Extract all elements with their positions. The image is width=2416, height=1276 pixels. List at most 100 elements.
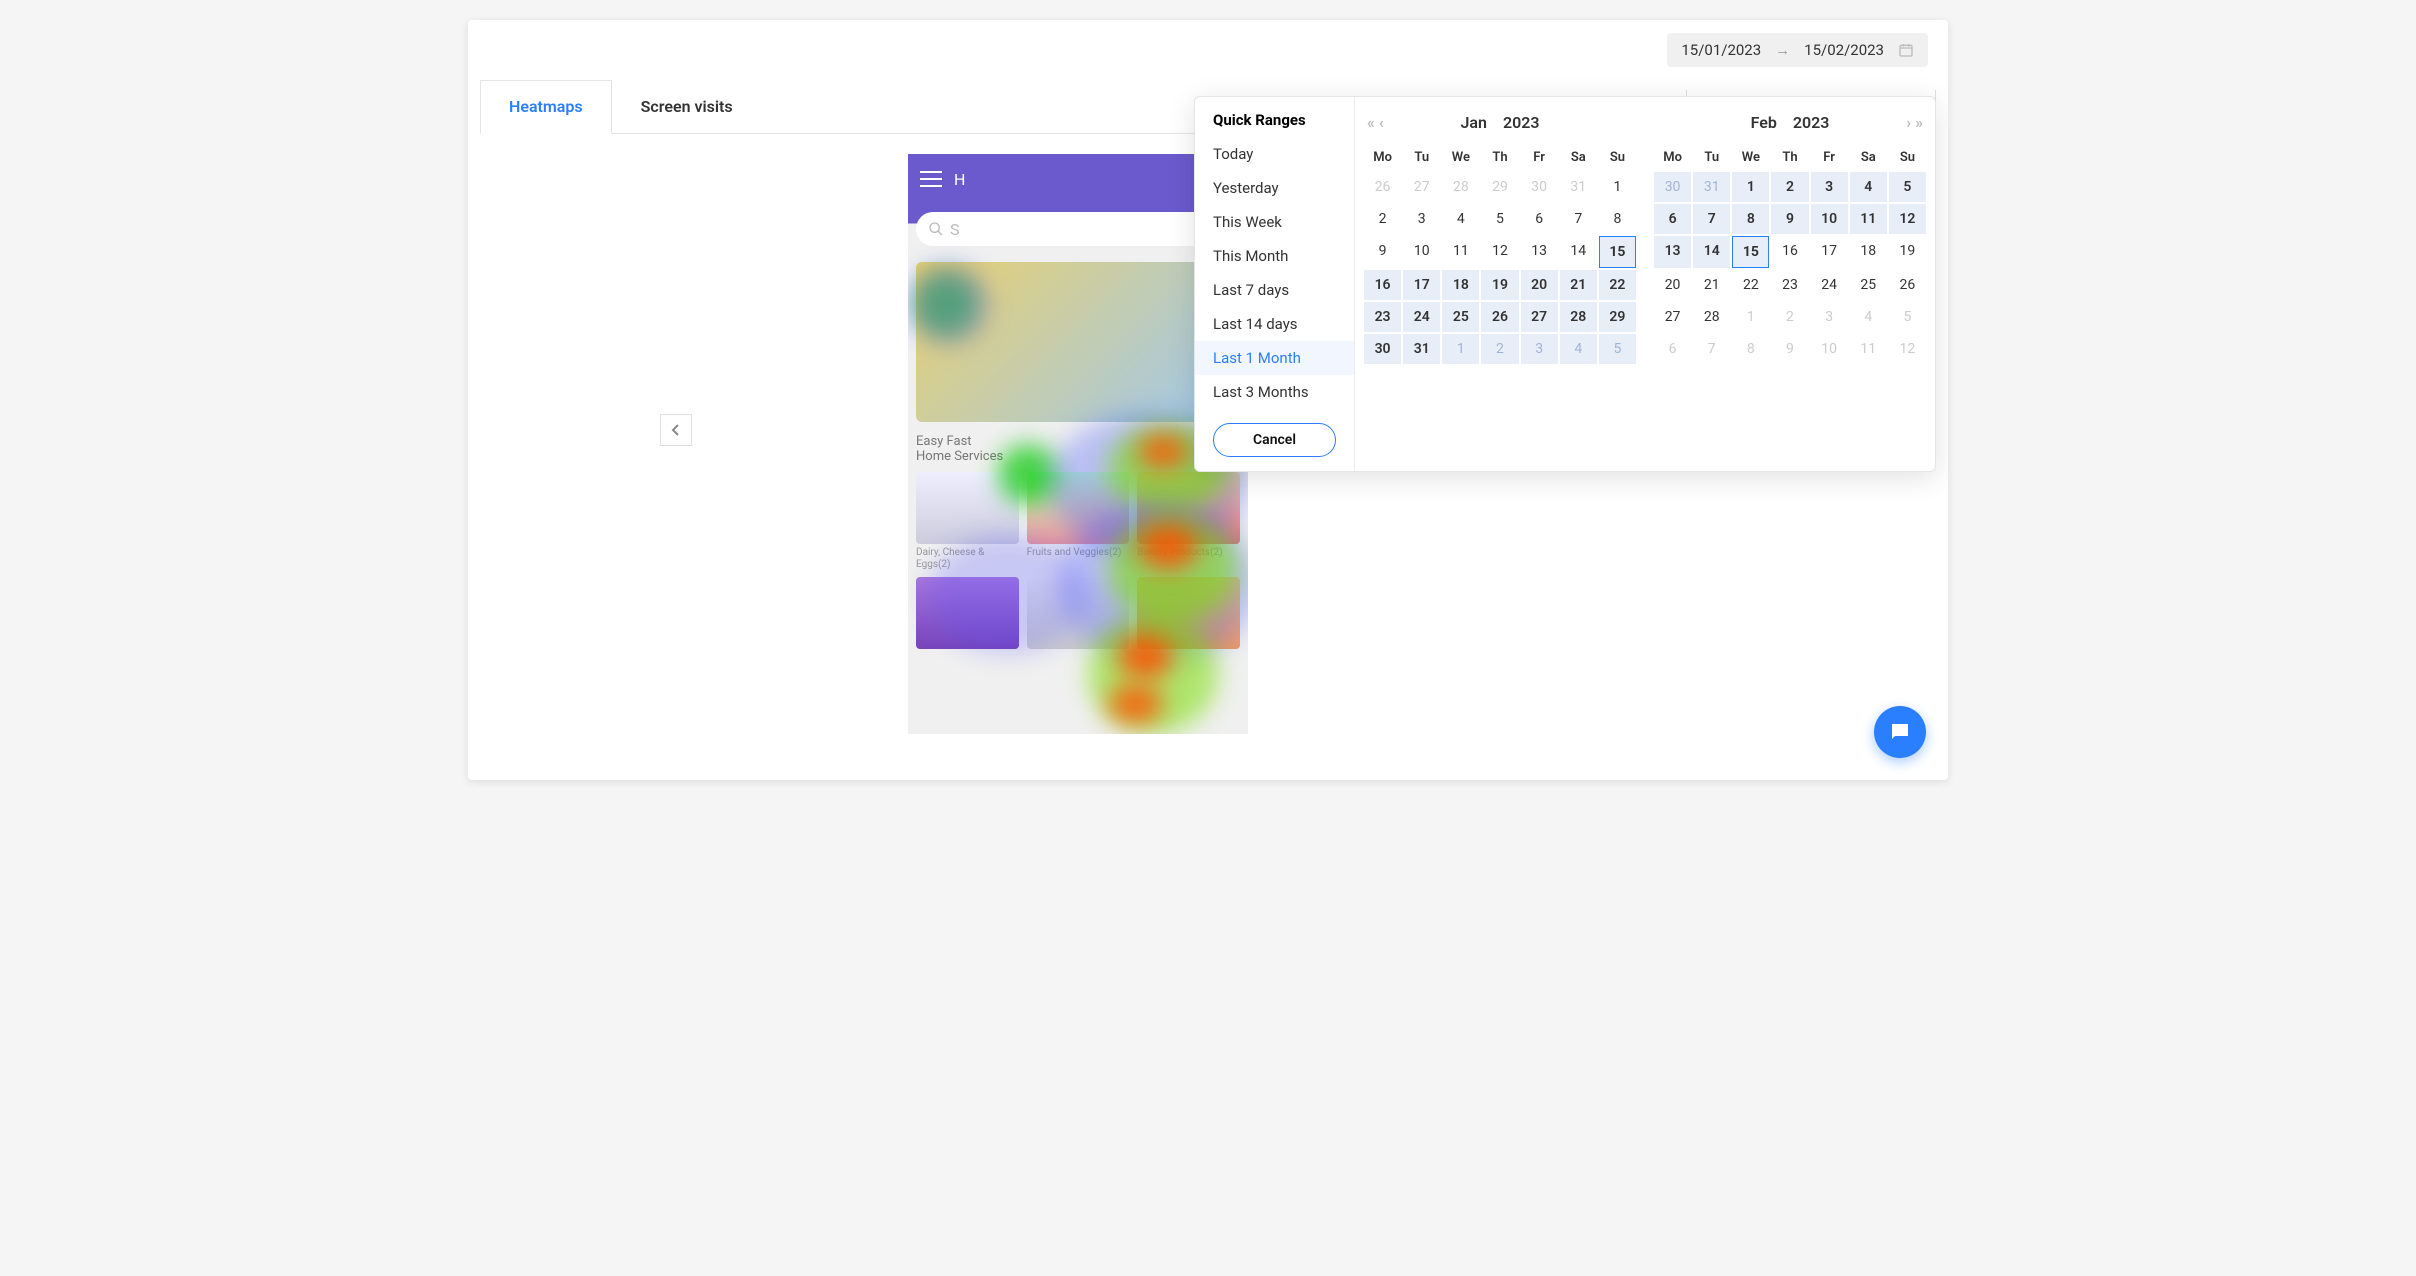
quick-range-item[interactable]: This Week — [1195, 205, 1354, 239]
calendar-day[interactable]: 3 — [1811, 172, 1848, 202]
calendar-day[interactable]: 16 — [1771, 236, 1808, 268]
calendar-day[interactable]: 11 — [1442, 236, 1479, 268]
calendar-day[interactable]: 31 — [1403, 334, 1440, 364]
calendar-day[interactable]: 27 — [1403, 172, 1440, 202]
calendar-day[interactable]: 23 — [1771, 270, 1808, 300]
calendar-day[interactable]: 1 — [1732, 302, 1769, 332]
calendar-day[interactable]: 11 — [1850, 334, 1887, 364]
cal-month[interactable]: Jan — [1461, 113, 1487, 132]
prev-screen-button[interactable] — [660, 414, 692, 446]
calendar-day[interactable]: 13 — [1654, 236, 1691, 268]
calendar-day[interactable]: 18 — [1850, 236, 1887, 268]
calendar-day[interactable]: 20 — [1654, 270, 1691, 300]
quick-range-item[interactable]: Yesterday — [1195, 171, 1354, 205]
calendar-day[interactable]: 3 — [1521, 334, 1558, 364]
calendar-day[interactable]: 2 — [1771, 172, 1808, 202]
cancel-button[interactable]: Cancel — [1213, 423, 1336, 457]
calendar-day[interactable]: 24 — [1403, 302, 1440, 332]
calendar-next[interactable]: ›» — [1906, 113, 1923, 132]
calendar-day[interactable]: 1 — [1442, 334, 1479, 364]
calendar-day[interactable]: 12 — [1481, 236, 1518, 268]
calendar-day[interactable]: 21 — [1693, 270, 1730, 300]
cal-year[interactable]: 2023 — [1793, 113, 1830, 132]
calendar-day[interactable]: 8 — [1732, 334, 1769, 364]
calendar-day[interactable]: 9 — [1771, 204, 1808, 234]
calendar-day[interactable]: 8 — [1732, 204, 1769, 234]
calendar-day[interactable]: 26 — [1481, 302, 1518, 332]
quick-range-item[interactable]: Last 3 Months — [1195, 375, 1354, 409]
calendar-day[interactable]: 4 — [1850, 302, 1887, 332]
quick-range-item[interactable]: Today — [1195, 137, 1354, 171]
quick-range-item[interactable]: This Month — [1195, 239, 1354, 273]
calendar-day[interactable]: 26 — [1889, 270, 1926, 300]
calendar-day[interactable]: 1 — [1599, 172, 1636, 202]
calendar-day[interactable]: 30 — [1364, 334, 1401, 364]
calendar-prev[interactable]: «‹ — [1367, 113, 1384, 132]
calendar-day[interactable]: 2 — [1364, 204, 1401, 234]
calendar-day[interactable]: 25 — [1442, 302, 1479, 332]
calendar-day[interactable]: 28 — [1442, 172, 1479, 202]
calendar-day[interactable]: 9 — [1771, 334, 1808, 364]
calendar-day[interactable]: 2 — [1481, 334, 1518, 364]
calendar-day[interactable]: 20 — [1521, 270, 1558, 300]
calendar-day[interactable]: 16 — [1364, 270, 1401, 300]
calendar-day[interactable]: 10 — [1403, 236, 1440, 268]
chat-button[interactable] — [1874, 706, 1926, 758]
quick-range-item[interactable]: Last 1 Month — [1195, 341, 1354, 375]
calendar-day[interactable]: 3 — [1403, 204, 1440, 234]
calendar-day[interactable]: 22 — [1599, 270, 1636, 300]
calendar-day[interactable]: 22 — [1732, 270, 1769, 300]
calendar-day[interactable]: 29 — [1599, 302, 1636, 332]
calendar-day[interactable]: 5 — [1889, 172, 1926, 202]
calendar-day[interactable]: 31 — [1560, 172, 1597, 202]
calendar-day[interactable]: 29 — [1481, 172, 1518, 202]
calendar-day[interactable]: 21 — [1560, 270, 1597, 300]
calendar-day[interactable]: 8 — [1599, 204, 1636, 234]
cal-year[interactable]: 2023 — [1503, 113, 1540, 132]
cal-month[interactable]: Feb — [1751, 113, 1777, 132]
calendar-day[interactable]: 26 — [1364, 172, 1401, 202]
calendar-day[interactable]: 17 — [1811, 236, 1848, 268]
calendar-day[interactable]: 10 — [1811, 334, 1848, 364]
calendar-day[interactable]: 15 — [1599, 236, 1636, 268]
calendar-day[interactable]: 7 — [1560, 204, 1597, 234]
quick-range-item[interactable]: Last 14 days — [1195, 307, 1354, 341]
calendar-day[interactable]: 18 — [1442, 270, 1479, 300]
calendar-day[interactable]: 6 — [1654, 334, 1691, 364]
calendar-day[interactable]: 19 — [1481, 270, 1518, 300]
calendar-day[interactable]: 12 — [1889, 204, 1926, 234]
calendar-day[interactable]: 4 — [1560, 334, 1597, 364]
calendar-day[interactable]: 17 — [1403, 270, 1440, 300]
calendar-day[interactable]: 31 — [1693, 172, 1730, 202]
calendar-day[interactable]: 28 — [1693, 302, 1730, 332]
calendar-day[interactable]: 4 — [1442, 204, 1479, 234]
calendar-day[interactable]: 14 — [1693, 236, 1730, 268]
calendar-day[interactable]: 5 — [1889, 302, 1926, 332]
calendar-day[interactable]: 9 — [1364, 236, 1401, 268]
calendar-day[interactable]: 30 — [1521, 172, 1558, 202]
calendar-day[interactable]: 27 — [1521, 302, 1558, 332]
calendar-day[interactable]: 23 — [1364, 302, 1401, 332]
calendar-day[interactable]: 24 — [1811, 270, 1848, 300]
calendar-day[interactable]: 6 — [1654, 204, 1691, 234]
calendar-day[interactable]: 10 — [1811, 204, 1848, 234]
calendar-day[interactable]: 28 — [1560, 302, 1597, 332]
calendar-day[interactable]: 15 — [1732, 236, 1769, 268]
date-range-picker[interactable]: 15/01/2023 → 15/02/2023 — [1667, 33, 1928, 67]
calendar-day[interactable]: 27 — [1654, 302, 1691, 332]
calendar-day[interactable]: 19 — [1889, 236, 1926, 268]
calendar-day[interactable]: 11 — [1850, 204, 1887, 234]
calendar-day[interactable]: 7 — [1693, 204, 1730, 234]
calendar-day[interactable]: 5 — [1599, 334, 1636, 364]
calendar-day[interactable]: 5 — [1481, 204, 1518, 234]
calendar-day[interactable]: 30 — [1654, 172, 1691, 202]
calendar-day[interactable]: 3 — [1811, 302, 1848, 332]
calendar-day[interactable]: 13 — [1521, 236, 1558, 268]
tab-heatmaps[interactable]: Heatmaps — [480, 80, 612, 134]
calendar-day[interactable]: 25 — [1850, 270, 1887, 300]
calendar-day[interactable]: 4 — [1850, 172, 1887, 202]
tab-screen-visits[interactable]: Screen visits — [612, 80, 762, 133]
calendar-day[interactable]: 6 — [1521, 204, 1558, 234]
calendar-day[interactable]: 12 — [1889, 334, 1926, 364]
calendar-day[interactable]: 1 — [1732, 172, 1769, 202]
